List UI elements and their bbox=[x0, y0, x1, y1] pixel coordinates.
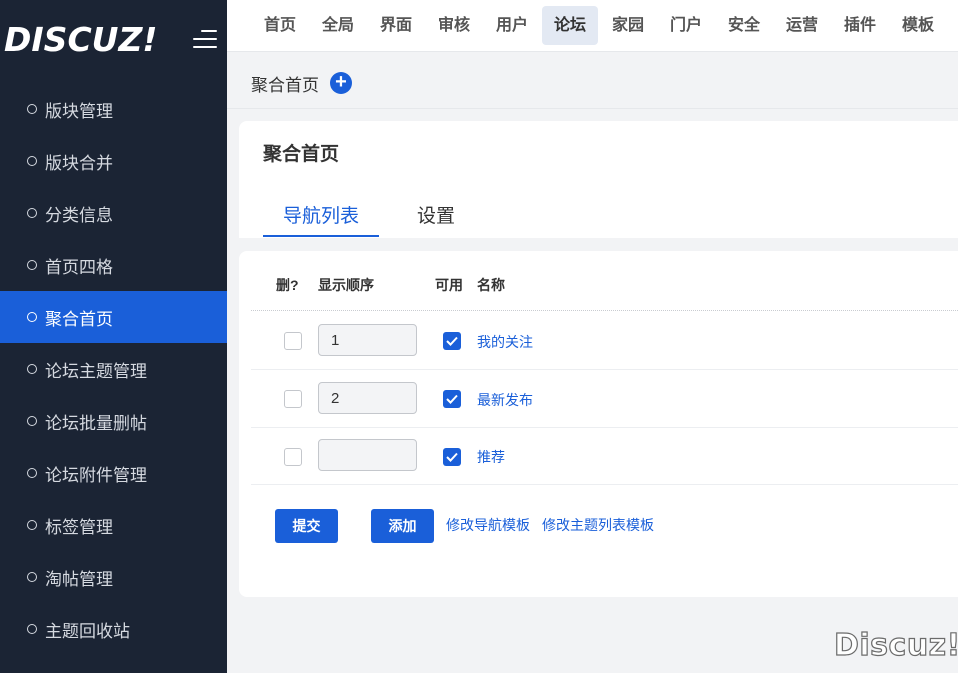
sidebar-item-attachments[interactable]: 论坛附件管理 bbox=[0, 447, 227, 499]
plus-icon[interactable]: + bbox=[330, 72, 352, 94]
enabled-checkbox[interactable] bbox=[443, 448, 461, 466]
sidebar-item-label: 论坛主题管理 bbox=[45, 361, 147, 381]
enabled-checkbox[interactable] bbox=[443, 390, 461, 408]
column-header-enabled: 可用 bbox=[435, 277, 463, 293]
edit-thread-list-template-link[interactable]: 修改主题列表模板 bbox=[542, 515, 654, 535]
top-tab-users[interactable]: 用户 bbox=[484, 6, 540, 45]
column-header-delete: 删? bbox=[276, 277, 299, 293]
submit-button[interactable]: 提交 bbox=[275, 509, 338, 543]
sidebar-item-label: 版块管理 bbox=[45, 101, 113, 121]
active-tab-indicator bbox=[263, 235, 379, 237]
edit-nav-template-link[interactable]: 修改导航模板 bbox=[446, 515, 530, 535]
top-tab-moderation[interactable]: 审核 bbox=[426, 6, 482, 45]
sidebar-item-label: 主题回收站 bbox=[45, 621, 130, 641]
circle-icon bbox=[27, 312, 37, 322]
sidebar-item-forum-manage[interactable]: 版块管理 bbox=[0, 83, 227, 135]
circle-icon bbox=[27, 156, 37, 166]
top-tab-global[interactable]: 全局 bbox=[310, 6, 366, 45]
row-divider bbox=[251, 369, 958, 370]
sidebar-item-label: 首页四格 bbox=[45, 257, 113, 277]
page-title: 聚合首页 bbox=[263, 144, 340, 165]
column-header-order: 显示顺序 bbox=[318, 277, 374, 293]
sidebar-item-tags[interactable]: 标签管理 bbox=[0, 499, 227, 551]
column-header-name: 名称 bbox=[477, 277, 505, 293]
row-divider bbox=[251, 484, 958, 485]
sidebar-item-label: 聚合首页 bbox=[45, 309, 113, 329]
sidebar-item-label: 版块合并 bbox=[45, 153, 113, 173]
top-tab-home-space[interactable]: 家园 bbox=[600, 6, 656, 45]
enabled-checkbox[interactable] bbox=[443, 332, 461, 350]
circle-icon bbox=[27, 260, 37, 270]
breadcrumb-title: 聚合首页 bbox=[251, 76, 319, 95]
sidebar-item-batch-delete[interactable]: 论坛批量删帖 bbox=[0, 395, 227, 447]
sidebar-item-home-grid[interactable]: 首页四格 bbox=[0, 239, 227, 291]
sidebar-item-label: 淘帖管理 bbox=[45, 569, 113, 589]
display-order-input[interactable] bbox=[318, 382, 417, 414]
sidebar-item-collections[interactable]: 淘帖管理 bbox=[0, 551, 227, 603]
sidebar-item-aggregate-home[interactable]: 聚合首页 bbox=[0, 291, 227, 343]
nav-item-name-link[interactable]: 最新发布 bbox=[477, 390, 533, 410]
nav-item-name-link[interactable]: 推荐 bbox=[477, 447, 505, 467]
sidebar-nav: 版块管理 版块合并 分类信息 首页四格 聚合首页 论坛主题管理 论坛批量删帖 论… bbox=[0, 83, 227, 655]
sidebar-item-label: 论坛附件管理 bbox=[45, 465, 147, 485]
sidebar-item-thread-manage[interactable]: 论坛主题管理 bbox=[0, 343, 227, 395]
section-header-card: 聚合首页 导航列表 设置 bbox=[239, 121, 958, 238]
sidebar-item-label: 标签管理 bbox=[45, 517, 113, 537]
top-nav: 首页 全局 界面 审核 用户 论坛 家园 门户 安全 运营 插件 模板 bbox=[227, 0, 958, 52]
sidebar-item-thread-types[interactable]: 分类信息 bbox=[0, 187, 227, 239]
top-tab-operations[interactable]: 运营 bbox=[774, 6, 830, 45]
top-tab-interface[interactable]: 界面 bbox=[368, 6, 424, 45]
discuz-logo[interactable]: DISCUZ! bbox=[4, 18, 157, 62]
sidebar-header: DISCUZ! bbox=[0, 0, 227, 82]
circle-icon bbox=[27, 364, 37, 374]
tab-settings[interactable]: 设置 bbox=[417, 201, 455, 228]
nav-list-card: 删? 显示顺序 可用 名称 我的关注 最新发布 推荐 提交 添加 修改导航模板 … bbox=[239, 251, 958, 597]
header-divider bbox=[251, 310, 958, 311]
circle-icon bbox=[27, 104, 37, 114]
circle-icon bbox=[27, 208, 37, 218]
circle-icon bbox=[27, 624, 37, 634]
top-tab-portal[interactable]: 门户 bbox=[658, 6, 714, 45]
display-order-input[interactable] bbox=[318, 439, 417, 471]
top-tab-security[interactable]: 安全 bbox=[716, 6, 772, 45]
row-divider bbox=[251, 427, 958, 428]
sidebar-item-forum-merge[interactable]: 版块合并 bbox=[0, 135, 227, 187]
nav-item-name-link[interactable]: 我的关注 bbox=[477, 332, 533, 352]
discuz-watermark: Discuz! bbox=[833, 627, 958, 663]
display-order-input[interactable] bbox=[318, 324, 417, 356]
circle-icon bbox=[27, 468, 37, 478]
circle-icon bbox=[27, 520, 37, 530]
circle-icon bbox=[27, 572, 37, 582]
delete-checkbox[interactable] bbox=[284, 448, 302, 466]
delete-checkbox[interactable] bbox=[284, 390, 302, 408]
sidebar: DISCUZ! 版块管理 版块合并 分类信息 首页四格 聚合首页 论坛主题管理 … bbox=[0, 0, 227, 673]
sidebar-item-label: 分类信息 bbox=[45, 205, 113, 225]
top-tab-forum[interactable]: 论坛 bbox=[542, 6, 599, 45]
circle-icon bbox=[27, 416, 37, 426]
add-button[interactable]: 添加 bbox=[371, 509, 434, 543]
delete-checkbox[interactable] bbox=[284, 332, 302, 350]
top-tab-templates[interactable]: 模板 bbox=[890, 6, 946, 45]
top-tab-home[interactable]: 首页 bbox=[252, 6, 308, 45]
breadcrumb: 聚合首页 + bbox=[227, 52, 958, 109]
menu-toggle-icon[interactable] bbox=[189, 28, 217, 54]
sidebar-item-recycle-bin[interactable]: 主题回收站 bbox=[0, 603, 227, 655]
tab-nav-list[interactable]: 导航列表 bbox=[283, 201, 359, 228]
top-tab-plugins[interactable]: 插件 bbox=[832, 6, 888, 45]
sidebar-item-label: 论坛批量删帖 bbox=[45, 413, 147, 433]
